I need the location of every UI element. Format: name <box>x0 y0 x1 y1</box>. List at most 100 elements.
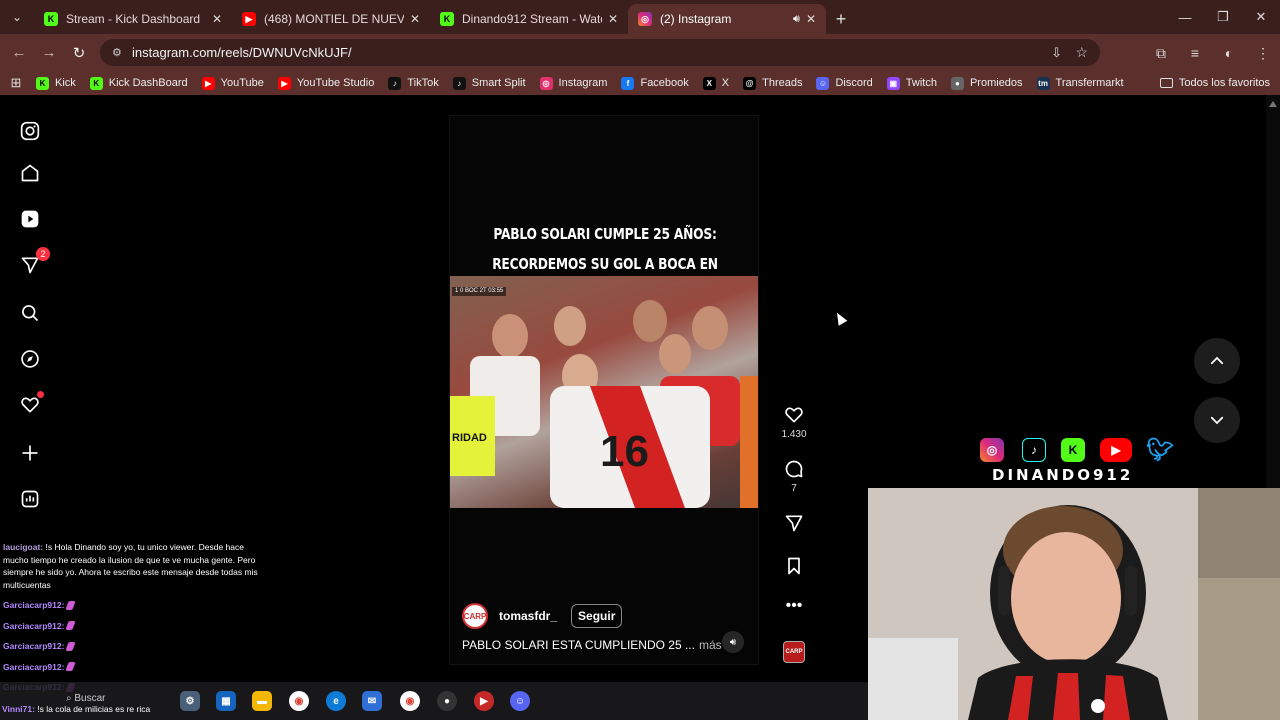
bookmark-twitch[interactable]: ▣ Twitch <box>886 76 937 90</box>
share-icon[interactable] <box>784 513 804 533</box>
mail-icon[interactable]: ✉ <box>362 691 382 711</box>
chrome-profile-icon[interactable]: ◉ <box>400 691 420 711</box>
bookmark-x[interactable]: XX <box>702 76 730 90</box>
reels-icon[interactable] <box>18 207 42 231</box>
volume-button[interactable]: 🔊︎ <box>722 631 744 653</box>
forward-button[interactable]: → <box>34 38 64 68</box>
create-plus-icon[interactable] <box>18 441 42 465</box>
like-action[interactable]: 1.430 <box>779 405 809 440</box>
edge-icon[interactable]: e <box>326 691 346 711</box>
bookmark-label: Instagram <box>558 77 608 89</box>
apps-grid-icon[interactable]: ⊞ <box>0 75 32 91</box>
close-window-button[interactable]: ✕ <box>1242 0 1280 34</box>
tab-kick-dashboard[interactable]: K Stream - Kick Dashboard ✕ <box>34 4 232 34</box>
close-icon[interactable]: ✕ <box>212 12 222 26</box>
audio-thumbnail[interactable]: CARP <box>783 641 805 663</box>
bookmark-label: TikTok <box>407 77 439 89</box>
twitter-icon: 🐦︎ <box>1146 437 1174 462</box>
tab-kick-stream[interactable]: K Dinando912 Stream - Watch Liv ✕ <box>430 4 628 34</box>
bookmark-label: Twitch <box>905 77 937 89</box>
reload-button[interactable]: ↻ <box>64 38 94 68</box>
close-icon[interactable]: ✕ <box>806 12 816 26</box>
save-action[interactable] <box>779 556 809 576</box>
extensions-icon[interactable]: ⧉ <box>1144 38 1178 68</box>
media-control-icon[interactable]: ≡ <box>1178 38 1212 68</box>
tab-search-button[interactable]: ⌄ <box>0 0 34 34</box>
caption-text: PABLO SOLARI ESTA CUMPLIENDO 25 ... <box>462 638 695 652</box>
file-explorer-icon[interactable]: ▬ <box>252 691 272 711</box>
back-button[interactable]: ← <box>4 38 34 68</box>
bookmark-youtube-studio[interactable]: ▶ YouTube Studio <box>277 76 374 90</box>
folder-label: Todos los favoritos <box>1178 77 1270 89</box>
address-bar[interactable]: ⚙ instagram.com/reels/DWNUVcNkUJF/ ⇩ ☆ <box>100 39 1100 66</box>
explore-icon[interactable] <box>18 347 42 371</box>
tiktok-icon: ♪ <box>388 76 402 90</box>
store-icon[interactable]: ▦ <box>216 691 236 711</box>
bookmark-kick[interactable]: K Kick <box>36 76 76 90</box>
streamer-brand: DINANDO912 <box>992 466 1134 484</box>
bookmark-kick-dashboard[interactable]: K Kick DashBoard <box>89 76 188 90</box>
notifications-heart-icon[interactable] <box>18 391 44 417</box>
tab-instagram[interactable]: ◎ (2) Instagram 🔊︎ ✕ <box>628 4 826 34</box>
previous-reel-button[interactable] <box>1194 338 1240 384</box>
comment-action[interactable]: 7 <box>779 459 809 494</box>
messages-icon[interactable]: 2 <box>18 247 50 277</box>
site-info-icon[interactable]: ⚙ <box>112 46 126 59</box>
instagram-logo-icon[interactable] <box>18 119 42 143</box>
discord-icon[interactable]: ☺ <box>510 691 530 711</box>
minimize-button[interactable]: — <box>1166 0 1204 34</box>
facebook-icon: f <box>621 76 635 90</box>
scroll-up-arrow-icon[interactable] <box>1269 101 1277 107</box>
bookmark-label: Threads <box>762 77 803 89</box>
audio-track[interactable]: CARP <box>779 641 809 663</box>
follow-button[interactable]: Seguir <box>571 604 623 628</box>
bookmark-promiedos[interactable]: ● Promiedos <box>950 76 1023 90</box>
next-reel-button[interactable] <box>1194 397 1240 443</box>
instagram-icon: ◎ <box>638 12 652 26</box>
bookmark-transfermarkt[interactable]: tm Transfermarkt <box>1036 76 1124 90</box>
bookmark-instagram[interactable]: ◎ Instagram <box>539 76 608 90</box>
dashboard-icon[interactable] <box>18 487 42 511</box>
comment-icon[interactable] <box>784 459 804 479</box>
comment-count: 7 <box>791 483 797 494</box>
taskbar-search[interactable]: ⌕ Buscar <box>66 693 106 704</box>
author-username[interactable]: tomasfdr_ <box>499 609 557 623</box>
reel-video-card[interactable]: PABLO SOLARI CUMPLE 25 AÑOS: RECORDEMOS … <box>449 115 759 665</box>
search-icon[interactable] <box>18 301 42 325</box>
author-avatar[interactable]: CARP <box>462 603 488 629</box>
install-app-icon[interactable]: ⇩ <box>1051 45 1062 61</box>
settings-icon[interactable]: ⚙ <box>180 691 200 711</box>
browser-tab-strip: ⌄ K Stream - Kick Dashboard ✕ ▶ (468) MO… <box>0 0 1280 34</box>
bookmark-discord[interactable]: ☺ Discord <box>816 76 873 90</box>
restore-button[interactable]: ❐ <box>1204 0 1242 34</box>
chrome-icon[interactable]: ◉ <box>289 691 309 711</box>
heart-icon[interactable] <box>784 405 804 425</box>
bookmark-tiktok[interactable]: ♪ TikTok <box>388 76 439 90</box>
media-app-icon[interactable]: ▶ <box>474 691 494 711</box>
menu-icon[interactable]: ⋮ <box>1246 38 1280 68</box>
home-icon[interactable] <box>18 161 42 185</box>
close-icon[interactable]: ✕ <box>410 12 420 26</box>
reel-video-frame[interactable]: 1 0 BOC 2T 03:55 16 RIDAD <box>450 276 758 508</box>
bookmark-icon[interactable] <box>784 556 804 576</box>
caption-more-link[interactable]: más <box>699 638 722 652</box>
close-icon[interactable]: ✕ <box>608 12 618 26</box>
bookmark-smart-split[interactable]: ♪ Smart Split <box>452 76 526 90</box>
kick-icon: K <box>44 12 58 26</box>
tab-youtube[interactable]: ▶ (468) MONTIEL DE NUEVO, SAL ✕ <box>232 4 430 34</box>
profile-avatar[interactable]: ◐ <box>1212 38 1246 68</box>
more-options-icon[interactable]: ••• <box>779 597 809 615</box>
bookmark-facebook[interactable]: f Facebook <box>621 76 689 90</box>
bookmark-youtube[interactable]: ▶ YouTube <box>201 76 264 90</box>
share-action[interactable] <box>779 513 809 533</box>
bookmark-threads[interactable]: @ Threads <box>743 76 803 90</box>
new-tab-button[interactable]: + <box>826 4 856 34</box>
bookmark-label: X <box>721 77 730 89</box>
bookmark-star-icon[interactable]: ☆ <box>1075 44 1088 61</box>
reel-caption[interactable]: PABLO SOLARI ESTA CUMPLIENDO 25 ... más <box>462 638 722 652</box>
obs-icon[interactable]: ● <box>437 691 457 711</box>
all-bookmarks-folder[interactable]: Todos los favoritos <box>1159 71 1270 95</box>
chat-message: Garciacarp912: <box>0 595 262 616</box>
kick-icon: K <box>36 76 49 90</box>
speaker-icon[interactable]: 🔊︎ <box>793 13 800 26</box>
